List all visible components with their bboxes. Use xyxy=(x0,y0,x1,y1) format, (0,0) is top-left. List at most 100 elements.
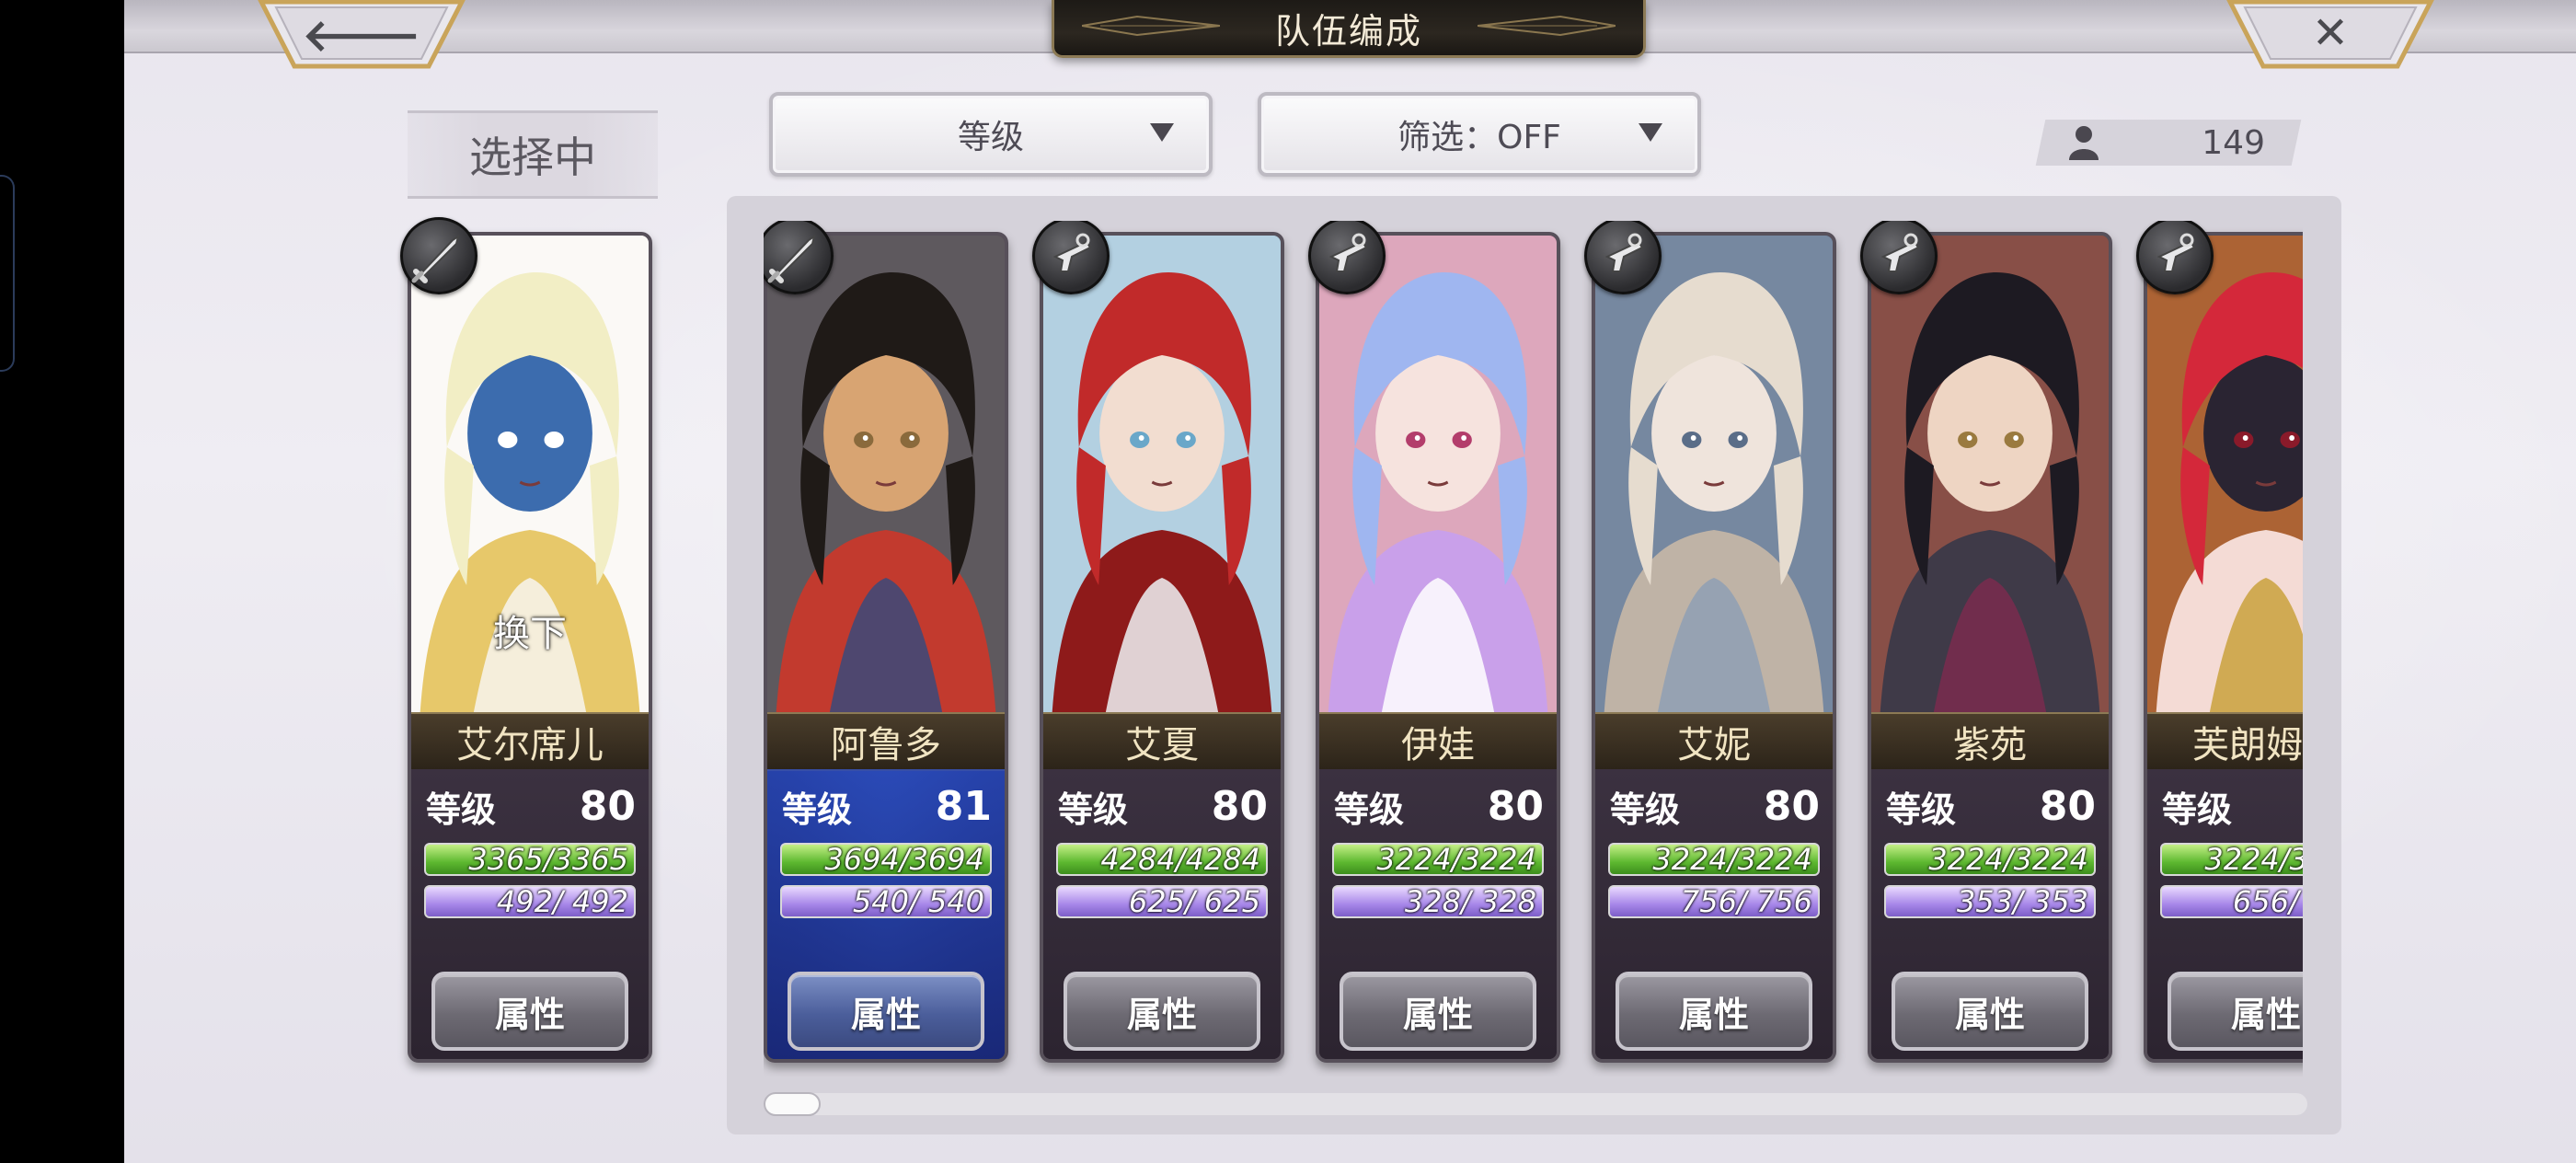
hp-bar: 3224/3224 xyxy=(1608,842,1820,877)
gun-icon xyxy=(1308,221,1386,294)
roster-card[interactable]: 阿鲁多等级 81 3694/3694 540/ 540 属性 xyxy=(764,221,1008,1063)
character-stats: 等级 81 3694/3694 540/ 540 属性 xyxy=(767,769,1005,1059)
chevron-down-icon xyxy=(1639,123,1662,142)
character-portrait xyxy=(1319,236,1557,712)
mp-value: 656/ 656 xyxy=(2232,884,2303,919)
roster-card[interactable]: 伊娃等级 80 3224/3224 328/ 328 属性 xyxy=(1308,221,1560,1063)
close-button[interactable]: ✕ xyxy=(2226,0,2434,70)
mp-value: 756/ 756 xyxy=(1680,884,1812,919)
level-row: 等级80 xyxy=(426,777,636,835)
attributes-button[interactable]: 属性 xyxy=(1892,972,2088,1051)
character-stats: 等级 80 3365/3365 492/ 492 属性 xyxy=(411,769,649,1059)
character-portrait xyxy=(1595,236,1833,712)
character-portrait xyxy=(1871,236,2109,712)
filter-dropdown-value: 筛选：OFF xyxy=(1397,119,1561,156)
level-row: 等级 80 xyxy=(1334,777,1544,835)
scrollbar-thumb[interactable] xyxy=(764,1092,821,1116)
mp-value: 328/ 328 xyxy=(1404,884,1536,919)
attributes-button[interactable]: 属性 xyxy=(1616,972,1812,1051)
selecting-label: 选择中 xyxy=(408,110,658,199)
gun-icon xyxy=(2136,221,2214,294)
card-frame: 艾夏等级 80 4284/4284 625/ 625 属性 xyxy=(1040,232,1284,1063)
level-label: 等级 xyxy=(1610,789,1681,830)
attributes-button[interactable]: 属性 xyxy=(431,972,628,1051)
hp-bar: 3365/3365 xyxy=(424,842,636,877)
back-arrow-icon: 🡐 xyxy=(302,10,421,62)
hp-bar: 3694/3694 xyxy=(780,842,992,877)
character-name: 伊娃 xyxy=(1319,712,1557,771)
hp-value: 3224/3224 xyxy=(2204,842,2303,877)
level-row: 等级80 xyxy=(2162,777,2303,835)
hp-value: 3224/3224 xyxy=(1376,842,1536,877)
card-frame: 换下艾尔席儿等级 80 3365/3365 492/ 492 属性 xyxy=(408,232,652,1063)
page-title: 队伍编成 xyxy=(1274,10,1422,52)
gun-icon xyxy=(1032,221,1110,294)
roster-card[interactable]: 艾妮等级 80 3224/3224 756/ 756 属性 xyxy=(1584,221,1836,1063)
sort-dropdown[interactable]: 等级 xyxy=(769,92,1213,177)
character-stats: 等级 80 3224/3224 328/ 328 属性 xyxy=(1319,769,1557,1059)
character-name: 艾夏 xyxy=(1043,712,1281,771)
roster-card[interactable]: 芙朗姆拉等级80 3224/3224 656/ 656 属性 xyxy=(2136,221,2303,1063)
hp-value: 3224/3224 xyxy=(1928,842,2088,877)
current-member-card[interactable]: 换下艾尔席儿等级 80 3365/3365 492/ 492 属性 xyxy=(400,217,652,1063)
card-frame: 艾妮等级 80 3224/3224 756/ 756 属性 xyxy=(1592,232,1836,1063)
sword-icon xyxy=(764,221,834,294)
sword-icon xyxy=(400,217,477,294)
level-label: 等级 xyxy=(1886,789,1957,830)
character-name: 艾妮 xyxy=(1595,712,1833,771)
character-portrait xyxy=(2147,236,2303,712)
mp-value: 540/ 540 xyxy=(852,884,984,919)
member-count: 149 xyxy=(2061,120,2291,166)
level-row: 等级 80 xyxy=(1058,777,1268,835)
hp-bar: 3224/3224 xyxy=(1332,842,1544,877)
gun-icon xyxy=(1584,221,1662,294)
mp-value: 625/ 625 xyxy=(1128,884,1260,919)
level-row: 等级 81 xyxy=(782,777,992,835)
hp-value: 4284/4284 xyxy=(1100,842,1260,877)
scrollbar-track[interactable] xyxy=(764,1093,2307,1115)
level-label: 等级 xyxy=(782,789,853,830)
level-value: 81 xyxy=(935,782,992,830)
roster-card[interactable]: 艾夏等级 80 4284/4284 625/ 625 属性 xyxy=(1032,221,1284,1063)
level-label: 等级 xyxy=(1334,789,1405,830)
card-frame: 伊娃等级 80 3224/3224 328/ 328 属性 xyxy=(1316,232,1560,1063)
title-ornament-right-icon xyxy=(1478,15,1616,37)
level-value: 80 xyxy=(1487,782,1544,830)
chevron-down-icon xyxy=(1150,123,1174,142)
level-row: 等级 80 xyxy=(1886,777,2096,835)
attributes-button[interactable]: 属性 xyxy=(1064,972,1260,1051)
swap-out-label: 换下 xyxy=(493,613,567,655)
character-stats: 等级80 3224/3224 656/ 656 属性 xyxy=(2147,769,2303,1059)
attributes-button[interactable]: 属性 xyxy=(2168,972,2303,1051)
level-value: 80 xyxy=(1763,782,1820,830)
mp-bar: 328/ 328 xyxy=(1332,884,1544,919)
level-label: 等级 xyxy=(1058,789,1129,830)
mp-bar: 540/ 540 xyxy=(780,884,992,919)
back-button[interactable]: 🡐 xyxy=(258,0,466,70)
character-stats: 等级 80 3224/3224 353/ 353 属性 xyxy=(1871,769,2109,1059)
mp-value: 492/ 492 xyxy=(496,884,628,919)
attributes-button[interactable]: 属性 xyxy=(1340,972,1536,1051)
level-value: 80 xyxy=(1211,782,1268,830)
character-name: 阿鲁多 xyxy=(767,712,1005,771)
mp-bar: 656/ 656 xyxy=(2160,884,2303,919)
mp-bar: 756/ 756 xyxy=(1608,884,1820,919)
roster-card[interactable]: 紫苑 等级 80 3224/3224 353/ 353 属性 xyxy=(1860,221,2112,1063)
member-count-value: 149 xyxy=(2202,123,2265,162)
hp-value: 3365/3365 xyxy=(468,842,628,877)
title-ornament-left-icon xyxy=(1082,15,1220,37)
card-frame: 紫苑 等级 80 3224/3224 353/ 353 属性 xyxy=(1868,232,2112,1063)
attributes-button[interactable]: 属性 xyxy=(788,972,984,1051)
device-edge xyxy=(0,175,15,372)
title-plate: 队伍编成 xyxy=(1052,0,1646,58)
user-icon xyxy=(2069,126,2099,160)
hp-value: 3224/3224 xyxy=(1652,842,1812,877)
hp-bar: 3224/3224 xyxy=(2160,842,2303,877)
level-value: 80 xyxy=(579,782,636,830)
card-frame: 阿鲁多等级 81 3694/3694 540/ 540 属性 xyxy=(764,232,1008,1063)
mp-value: 353/ 353 xyxy=(1956,884,2088,919)
filter-dropdown[interactable]: 筛选：OFF xyxy=(1258,92,1701,177)
level-value: 80 xyxy=(2039,782,2096,830)
character-name: 艾尔席儿 xyxy=(411,712,649,771)
roster-list: 阿鲁多 等级 81 3694/3694 540/ 540 属性 艾夏 等级 80 4284/42… xyxy=(764,221,2303,1077)
